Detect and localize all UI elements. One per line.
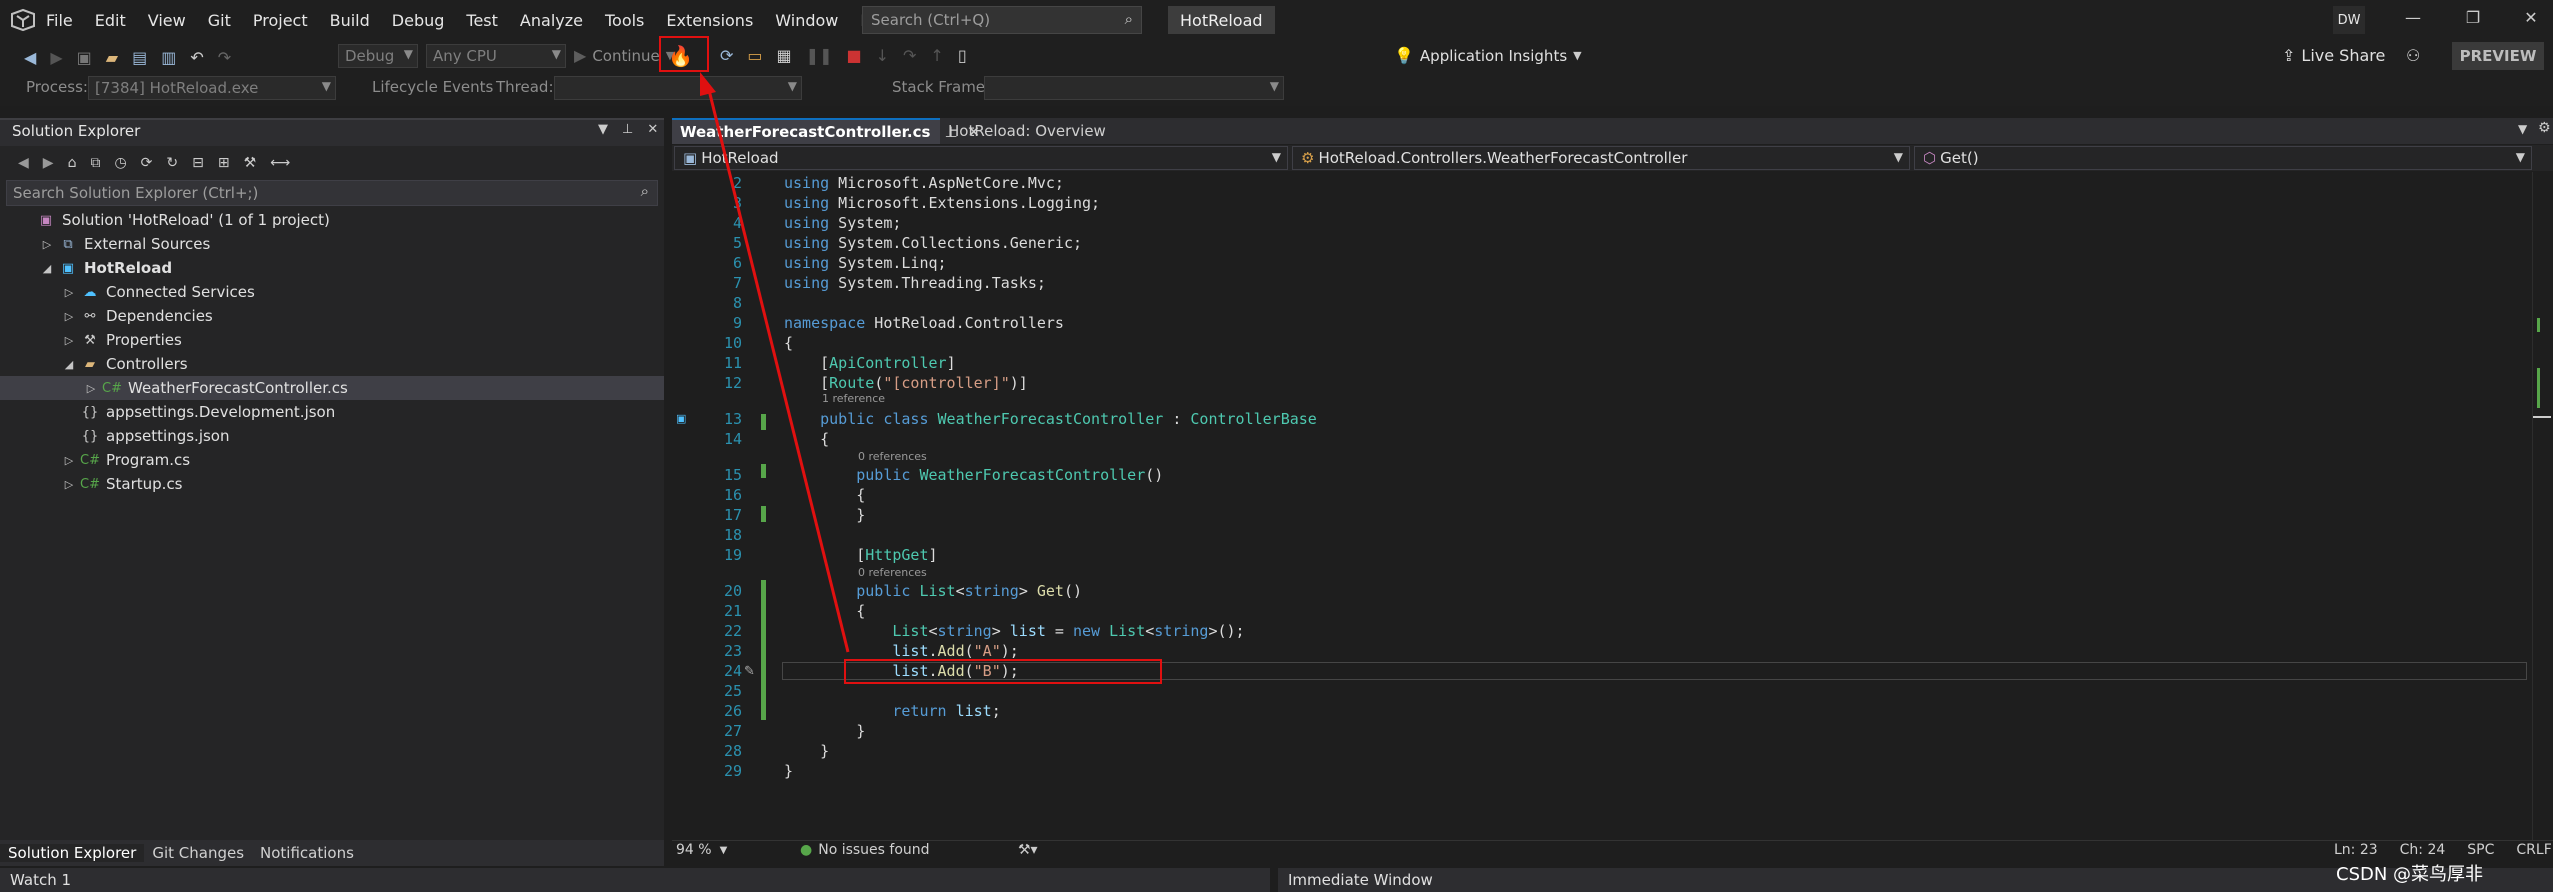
watch-panel-header[interactable]: Watch 1 [0,868,1270,892]
line-ending-indicator[interactable]: CRLF [2516,842,2551,858]
cursor-position: Ln: 23 Ch: 24 SPC CRLF [2334,842,2552,858]
annotation-arrow [700,72,850,653]
zoom-select[interactable]: 94 % ▼ [676,842,727,858]
zoom-value: 94 % [676,842,712,858]
check-circle-icon: ● [800,842,813,858]
watermark: CSDN @菜鸟厚非 [2336,864,2484,885]
issues-label: No issues found [818,842,930,858]
editor-status-bar [672,840,2553,862]
line-indicator: Ln: 23 [2334,842,2378,858]
immediate-title: Immediate Window [1288,871,1433,889]
watch-title: Watch 1 [10,871,72,889]
column-indicator: Ch: 24 [2399,842,2446,858]
code-cleanup-icon[interactable]: ⚒▾ [1018,842,1038,858]
chevron-down-icon: ▼ [719,844,728,856]
issues-indicator[interactable]: ● No issues found [800,842,930,858]
whitespace-indicator[interactable]: SPC [2467,842,2494,858]
